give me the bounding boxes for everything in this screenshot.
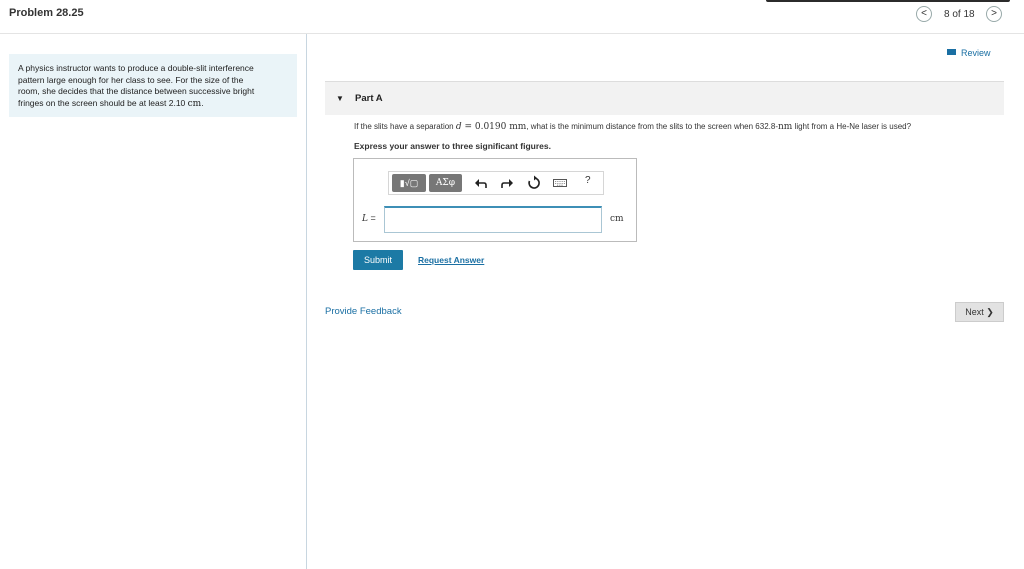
question-text: If the slits have a separation d = 0.019… [354,122,911,132]
part-a-header[interactable]: ▼ Part A [325,81,1004,115]
problem-position: 8 of 18 [944,9,975,20]
question-part: , what is the minimum distance from the … [526,122,778,131]
keyboard-icon[interactable] [552,175,568,191]
templates-button[interactable]: ▮√▢ [392,174,426,192]
part-a-label: Part A [355,93,383,104]
problem-title: Problem 28.25 [9,7,84,19]
unit-cm: cm [187,98,202,109]
statement-line: room, she decides that the distance betw… [18,86,255,96]
undo-icon[interactable] [473,175,489,191]
statement-line: fringes on the screen should be at least… [18,98,288,111]
submit-button[interactable]: Submit [353,250,403,270]
review-label: Review [961,48,991,58]
question-part: light from a He-Ne laser is used? [792,122,912,131]
question-unit: mm [509,122,527,132]
answer-input[interactable] [384,206,602,233]
problem-statement: A physics instructor wants to produce a … [9,54,297,117]
chevron-right-icon: ❯ [986,307,994,317]
problem-pane: A physics instructor wants to produce a … [0,34,307,569]
top-accent-bar [766,0,1010,2]
answer-variable: L [362,214,368,224]
statement-line: A physics instructor wants to produce a … [18,63,254,73]
review-icon [947,49,956,55]
reset-icon[interactable] [526,175,542,191]
review-link[interactable]: Review [947,48,991,58]
answer-unit: cm [610,214,624,224]
statement-text: . [201,97,204,108]
next-problem-button[interactable]: > [986,6,1002,22]
statement-text: fringes on the screen should be at least… [18,97,188,108]
next-button[interactable]: Next ❯ [955,302,1004,322]
question-part: = 0.0190 [461,122,510,132]
answer-variable-label: L = [362,213,376,224]
question-unit: nm [777,122,793,132]
help-button[interactable]: ? [585,175,591,186]
previous-button[interactable]: < [916,6,932,22]
collapse-triangle-icon: ▼ [336,94,344,103]
math-toolbar: ▮√▢ ΑΣφ ? [388,171,604,195]
question-part: If the slits have a separation [354,122,456,131]
greek-symbols-button[interactable]: ΑΣφ [429,174,462,192]
provide-feedback-link[interactable]: Provide Feedback [325,306,402,317]
top-bar: Problem 28.25 < 8 of 18 > [0,0,1024,34]
next-label: Next [965,307,984,317]
redo-icon[interactable] [499,175,515,191]
statement-line: pattern large enough for her class to se… [18,74,244,85]
request-answer-link[interactable]: Request Answer [418,255,484,265]
instruction-text: Express your answer to three significant… [354,141,551,151]
answer-equals: = [370,213,376,223]
